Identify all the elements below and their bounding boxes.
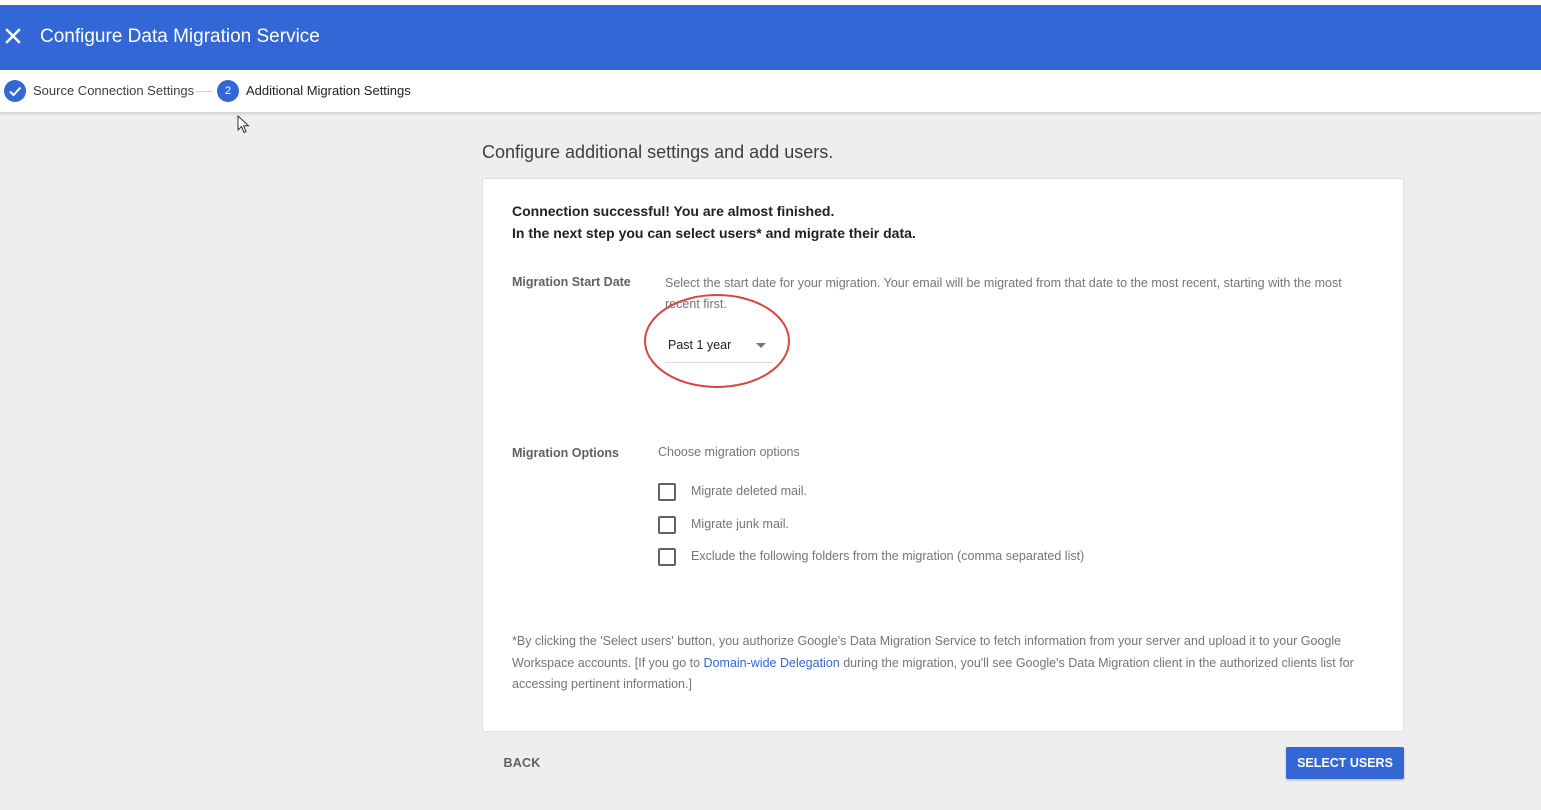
select-users-button[interactable]: SELECT USERS (1286, 747, 1404, 779)
migrate-junk-mail-option[interactable]: Migrate junk mail. (658, 515, 1058, 535)
highlight-circle-annotation (644, 294, 790, 388)
success-message: Connection successful! You are almost fi… (512, 203, 835, 219)
exclude-folders-checkbox[interactable] (658, 548, 676, 566)
page-heading: Configure additional settings and add us… (482, 142, 834, 162)
exclude-folders-option[interactable]: Exclude the following folders from the m… (658, 547, 1158, 567)
migration-options-label: Migration Options (512, 446, 619, 460)
check-icon (4, 80, 26, 102)
stepper: Source Connection Settings 2 Additional … (0, 70, 1541, 113)
close-icon[interactable] (2, 25, 24, 47)
migrate-deleted-mail-option[interactable]: Migrate deleted mail. (658, 482, 1058, 502)
step-divider (196, 91, 211, 92)
migrate-deleted-mail-checkbox[interactable] (658, 483, 676, 501)
back-button[interactable]: BACK (494, 748, 550, 778)
settings-card: Connection successful! You are almost fi… (482, 178, 1404, 732)
checkbox-label: Migrate junk mail. (691, 517, 789, 531)
migrate-junk-mail-checkbox[interactable] (658, 516, 676, 534)
mouse-cursor-icon (237, 115, 250, 134)
header-bar: Configure Data Migration Service (0, 5, 1541, 70)
step-source-connection-settings[interactable]: Source Connection Settings (33, 83, 194, 98)
step-number-badge: 2 (217, 80, 239, 102)
step-additional-migration-settings: Additional Migration Settings (246, 83, 411, 98)
checkbox-label: Migrate deleted mail. (691, 484, 808, 498)
authorization-disclaimer: *By clicking the 'Select users' button, … (512, 631, 1382, 696)
migration-start-date-label: Migration Start Date (512, 275, 631, 289)
options-description: Choose migration options (658, 445, 800, 459)
domain-wide-delegation-link[interactable]: Domain-wide Delegation (704, 656, 840, 670)
next-step-message: In the next step you can select users* a… (512, 225, 916, 241)
checkbox-label: Exclude the following folders from the m… (691, 549, 1085, 563)
page-title: Configure Data Migration Service (40, 26, 320, 47)
